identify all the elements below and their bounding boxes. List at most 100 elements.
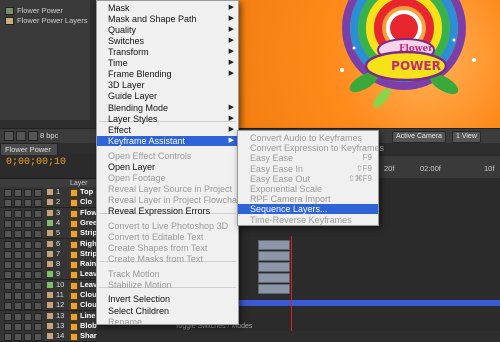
visibility-eye-icon[interactable]: [4, 333, 12, 342]
solo-icon[interactable]: [24, 322, 32, 331]
audio-icon[interactable]: [14, 312, 22, 321]
menu-item-3d-layer[interactable]: 3D Layer: [97, 80, 238, 90]
menu-item-reveal-expression-errors[interactable]: Reveal Expression Errors: [97, 206, 238, 216]
label-color-swatch[interactable]: [47, 302, 53, 309]
solo-icon[interactable]: [24, 271, 32, 280]
lock-icon[interactable]: [34, 302, 42, 311]
visibility-eye-icon[interactable]: [4, 271, 12, 280]
submenu-item-convert-audio-to-keyframes[interactable]: Convert Audio to Keyframes: [238, 133, 378, 143]
menu-item-guide-layer[interactable]: Guide Layer: [97, 91, 238, 101]
solo-icon[interactable]: [24, 189, 32, 197]
layer-name[interactable]: Top: [80, 187, 93, 197]
solo-icon[interactable]: [24, 261, 32, 270]
label-color-swatch[interactable]: [47, 271, 53, 278]
audio-icon[interactable]: [14, 281, 22, 290]
audio-icon[interactable]: [14, 230, 22, 239]
layer-name[interactable]: Rain: [80, 259, 96, 269]
visibility-eye-icon[interactable]: [4, 199, 12, 208]
layer-duration-bar[interactable]: [258, 284, 290, 294]
menu-item-open-layer[interactable]: Open Layer: [97, 162, 238, 172]
bit-depth-button[interactable]: 8 bpc: [40, 131, 58, 140]
menu-item-transform[interactable]: Transform ▶: [97, 47, 238, 57]
menu-item-select-children[interactable]: Select Children: [97, 306, 238, 316]
submenu-item-easy-ease[interactable]: Easy Ease F9: [238, 153, 378, 163]
lock-icon[interactable]: [34, 189, 42, 197]
label-color-swatch[interactable]: [47, 240, 53, 247]
layer-name[interactable]: Clou: [80, 300, 97, 310]
visibility-eye-icon[interactable]: [4, 322, 12, 331]
audio-icon[interactable]: [14, 199, 22, 208]
project-item-flower-power[interactable]: Flower Power: [0, 6, 90, 16]
lock-icon[interactable]: [34, 209, 42, 218]
menu-item-convert-to-live-photoshop-3d[interactable]: Convert to Live Photoshop 3D: [97, 221, 238, 231]
visibility-eye-icon[interactable]: [4, 261, 12, 270]
visibility-eye-icon[interactable]: [4, 250, 12, 259]
lock-icon[interactable]: [34, 292, 42, 300]
layer-name[interactable]: Righ: [80, 239, 97, 249]
layer-name[interactable]: Strip: [80, 249, 97, 259]
submenu-item-sequence-layers[interactable]: Sequence Layers...: [238, 204, 378, 215]
layer-name[interactable]: Leav: [80, 280, 97, 290]
solo-icon[interactable]: [24, 250, 32, 259]
solo-icon[interactable]: [24, 312, 32, 321]
lock-icon[interactable]: [34, 230, 42, 239]
camera-dropdown[interactable]: Active Camera: [392, 131, 446, 143]
menu-item-blending-mode[interactable]: Blending Mode ▶: [97, 103, 238, 113]
visibility-eye-icon[interactable]: [4, 219, 12, 228]
view-layout-dropdown[interactable]: 1 View: [452, 131, 481, 143]
tab-flower-power[interactable]: Flower Power: [0, 143, 58, 155]
label-color-swatch[interactable]: [47, 189, 53, 195]
lock-icon[interactable]: [34, 219, 42, 228]
layer-duration-bar[interactable]: [258, 251, 290, 261]
layer-name[interactable]: Blob: [80, 321, 97, 331]
menu-item-create-shapes-from-text[interactable]: Create Shapes from Text: [97, 243, 238, 253]
solo-icon[interactable]: [24, 209, 32, 218]
menu-item-time[interactable]: Time ▶: [97, 58, 238, 68]
submenu-item-rpf-camera-import[interactable]: RPF Camera Import: [238, 194, 378, 204]
new-comp-icon[interactable]: [28, 131, 38, 141]
layer-name[interactable]: Strip: [80, 228, 97, 238]
label-color-swatch[interactable]: [47, 292, 53, 298]
menu-item-rename[interactable]: Rename: [97, 317, 238, 327]
lock-icon[interactable]: [34, 199, 42, 208]
label-color-swatch[interactable]: [47, 322, 53, 329]
label-color-swatch[interactable]: [47, 261, 53, 268]
lock-icon[interactable]: [34, 261, 42, 270]
menu-item-convert-to-editable-text[interactable]: Convert to Editable Text: [97, 232, 238, 242]
submenu-item-easy-ease-out[interactable]: Easy Ease Out ⇧⌘F9: [238, 174, 378, 184]
label-color-swatch[interactable]: [47, 312, 53, 319]
lock-icon[interactable]: [34, 250, 42, 259]
layer-duration-bar[interactable]: [258, 240, 290, 250]
submenu-item-convert-expression-to-keyframes[interactable]: Convert Expression to Keyframes: [238, 143, 384, 153]
label-color-swatch[interactable]: [47, 219, 53, 226]
menu-item-stabilize-motion[interactable]: Stabilize Motion: [97, 280, 238, 290]
solo-icon[interactable]: [24, 281, 32, 290]
lock-icon[interactable]: [34, 271, 42, 280]
layer-row[interactable]: 14 Shar: [0, 331, 97, 342]
menu-item-track-motion[interactable]: Track Motion: [97, 269, 238, 279]
solo-icon[interactable]: [24, 230, 32, 239]
project-item-flower-power-layers[interactable]: Flower Power Layers: [0, 16, 90, 26]
submenu-item-exponential-scale[interactable]: Exponential Scale: [238, 184, 378, 194]
audio-icon[interactable]: [14, 209, 22, 218]
audio-icon[interactable]: [14, 219, 22, 228]
timecode[interactable]: 0;00;00;10: [6, 157, 66, 168]
label-color-swatch[interactable]: [47, 209, 53, 216]
lock-icon[interactable]: [34, 333, 42, 342]
label-color-swatch[interactable]: [47, 281, 53, 288]
lock-icon[interactable]: [34, 322, 42, 331]
layer-duration-bar[interactable]: [258, 262, 290, 272]
audio-icon[interactable]: [14, 240, 22, 249]
visibility-eye-icon[interactable]: [4, 240, 12, 249]
visibility-eye-icon[interactable]: [4, 312, 12, 321]
solo-icon[interactable]: [24, 199, 32, 208]
selected-layer-bar[interactable]: [236, 300, 500, 306]
menu-item-open-effect-controls[interactable]: Open Effect Controls: [97, 151, 238, 161]
submenu-item-time-reverse-keyframes[interactable]: Time-Reverse Keyframes: [238, 215, 378, 225]
layer-name[interactable]: Clo: [80, 197, 92, 207]
audio-icon[interactable]: [14, 322, 22, 331]
visibility-eye-icon[interactable]: [4, 302, 12, 311]
menu-item-mask[interactable]: Mask ▶: [97, 3, 238, 13]
audio-icon[interactable]: [14, 189, 22, 197]
audio-icon[interactable]: [14, 302, 22, 311]
